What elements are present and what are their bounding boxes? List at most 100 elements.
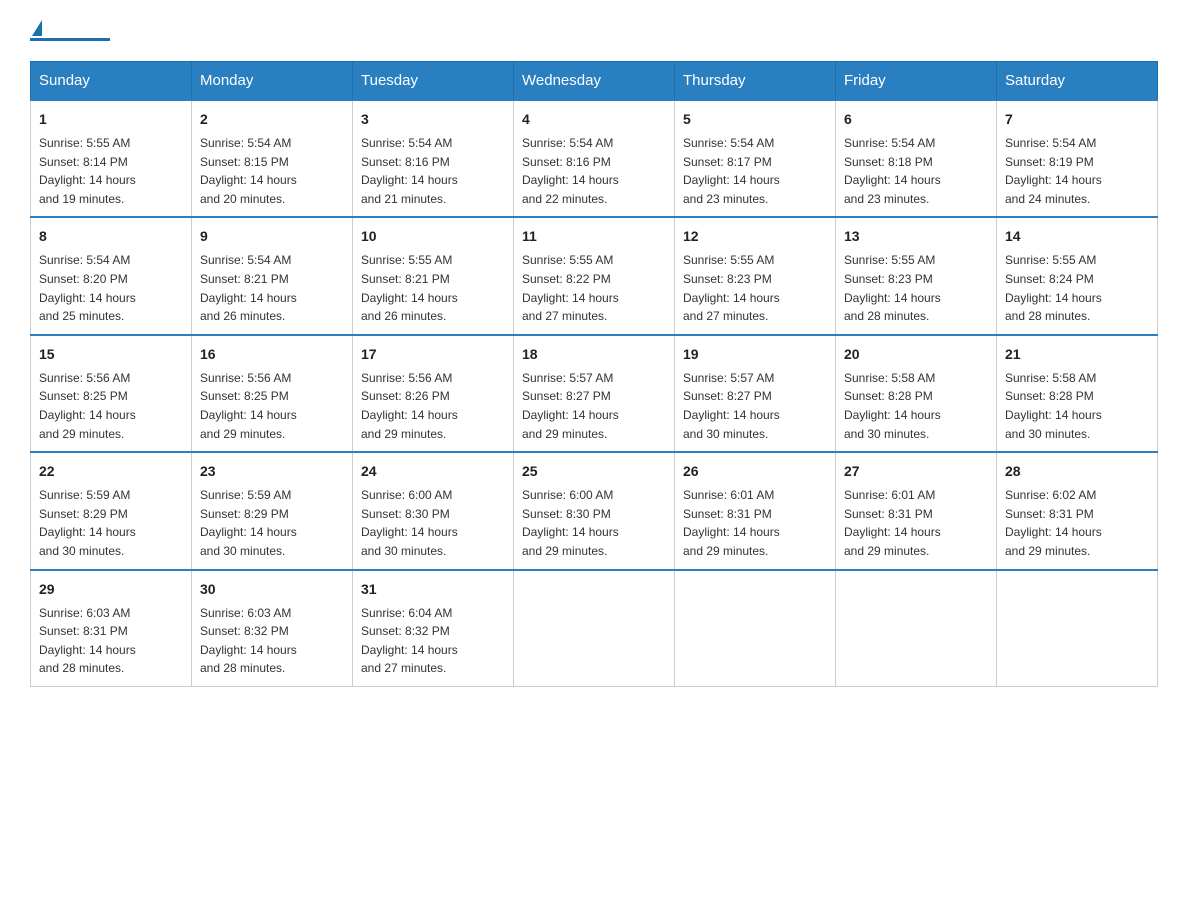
calendar-cell: 31 Sunrise: 6:04 AMSunset: 8:32 PMDayligh… — [353, 570, 514, 687]
calendar-cell — [514, 570, 675, 687]
calendar-cell: 12 Sunrise: 5:55 AMSunset: 8:23 PMDayligh… — [675, 217, 836, 334]
calendar-cell: 15 Sunrise: 5:56 AMSunset: 8:25 PMDayligh… — [31, 335, 192, 452]
column-header-wednesday: Wednesday — [514, 62, 675, 101]
day-number: 23 — [200, 461, 344, 482]
day-number: 5 — [683, 109, 827, 130]
day-info: Sunrise: 5:56 AMSunset: 8:25 PMDaylight:… — [39, 369, 183, 443]
calendar-cell: 7 Sunrise: 5:54 AMSunset: 8:19 PMDaylight… — [997, 100, 1158, 217]
column-header-friday: Friday — [836, 62, 997, 101]
day-number: 25 — [522, 461, 666, 482]
day-info: Sunrise: 5:58 AMSunset: 8:28 PMDaylight:… — [1005, 369, 1149, 443]
day-number: 10 — [361, 226, 505, 247]
day-number: 28 — [1005, 461, 1149, 482]
day-info: Sunrise: 6:03 AMSunset: 8:31 PMDaylight:… — [39, 604, 183, 678]
calendar-cell: 16Sunrise: 5:56 AMSunset: 8:25 PMDayligh… — [192, 335, 353, 452]
day-info: Sunrise: 5:54 AMSunset: 8:17 PMDaylight:… — [683, 134, 827, 208]
day-number: 8 — [39, 226, 183, 247]
calendar-cell: 6Sunrise: 5:54 AMSunset: 8:18 PMDaylight… — [836, 100, 997, 217]
column-header-monday: Monday — [192, 62, 353, 101]
day-number: 27 — [844, 461, 988, 482]
day-number: 15 — [39, 344, 183, 365]
day-info: Sunrise: 5:58 AMSunset: 8:28 PMDaylight:… — [844, 369, 988, 443]
column-header-thursday: Thursday — [675, 62, 836, 101]
day-info: Sunrise: 6:01 AMSunset: 8:31 PMDaylight:… — [844, 486, 988, 560]
day-info: Sunrise: 5:55 AMSunset: 8:23 PMDaylight:… — [844, 251, 988, 325]
day-number: 12 — [683, 226, 827, 247]
day-number: 13 — [844, 226, 988, 247]
day-info: Sunrise: 5:59 AMSunset: 8:29 PMDaylight:… — [39, 486, 183, 560]
logo-triangle-icon — [32, 20, 42, 36]
day-number: 1 — [39, 109, 183, 130]
calendar-cell: 27 Sunrise: 6:01 AMSunset: 8:31 PMDayligh… — [836, 452, 997, 569]
day-info: Sunrise: 5:55 AMSunset: 8:23 PMDaylight:… — [683, 251, 827, 325]
day-number: 7 — [1005, 109, 1149, 130]
day-info: Sunrise: 6:00 AMSunset: 8:30 PMDaylight:… — [361, 486, 505, 560]
calendar-header-row: SundayMondayTuesdayWednesdayThursdayFrid… — [31, 62, 1158, 101]
calendar-cell: 3 Sunrise: 5:54 AMSunset: 8:16 PMDaylight… — [353, 100, 514, 217]
day-info: Sunrise: 5:54 AMSunset: 8:16 PMDaylight:… — [522, 134, 666, 208]
day-info: Sunrise: 5:55 AMSunset: 8:24 PMDaylight:… — [1005, 251, 1149, 325]
column-header-sunday: Sunday — [31, 62, 192, 101]
logo — [30, 20, 110, 41]
calendar-cell: 28 Sunrise: 6:02 AMSunset: 8:31 PMDayligh… — [997, 452, 1158, 569]
day-number: 2 — [200, 109, 344, 130]
day-number: 6 — [844, 109, 988, 130]
calendar-cell: 23 Sunrise: 5:59 AMSunset: 8:29 PMDayligh… — [192, 452, 353, 569]
day-info: Sunrise: 5:55 AMSunset: 8:14 PMDaylight:… — [39, 134, 183, 208]
calendar-cell: 14 Sunrise: 5:55 AMSunset: 8:24 PMDayligh… — [997, 217, 1158, 334]
week-row-3: 15 Sunrise: 5:56 AMSunset: 8:25 PMDayligh… — [31, 335, 1158, 452]
calendar-cell: 24 Sunrise: 6:00 AMSunset: 8:30 PMDayligh… — [353, 452, 514, 569]
calendar-cell: 13 Sunrise: 5:55 AMSunset: 8:23 PMDayligh… — [836, 217, 997, 334]
calendar-cell: 8Sunrise: 5:54 AMSunset: 8:20 PMDaylight… — [31, 217, 192, 334]
calendar-cell: 25 Sunrise: 6:00 AMSunset: 8:30 PMDayligh… — [514, 452, 675, 569]
day-info: Sunrise: 6:02 AMSunset: 8:31 PMDaylight:… — [1005, 486, 1149, 560]
calendar-cell: 9 Sunrise: 5:54 AMSunset: 8:21 PMDaylight… — [192, 217, 353, 334]
day-info: Sunrise: 5:55 AMSunset: 8:21 PMDaylight:… — [361, 251, 505, 325]
day-number: 22 — [39, 461, 183, 482]
day-info: Sunrise: 5:54 AMSunset: 8:21 PMDaylight:… — [200, 251, 344, 325]
calendar-cell: 18 Sunrise: 5:57 AMSunset: 8:27 PMDayligh… — [514, 335, 675, 452]
calendar-cell — [675, 570, 836, 687]
calendar-cell: 20 Sunrise: 5:58 AMSunset: 8:28 PMDayligh… — [836, 335, 997, 452]
day-number: 26 — [683, 461, 827, 482]
calendar-cell — [997, 570, 1158, 687]
day-number: 17 — [361, 344, 505, 365]
calendar-cell: 30Sunrise: 6:03 AMSunset: 8:32 PMDayligh… — [192, 570, 353, 687]
week-row-1: 1 Sunrise: 5:55 AMSunset: 8:14 PMDaylight… — [31, 100, 1158, 217]
day-info: Sunrise: 5:59 AMSunset: 8:29 PMDaylight:… — [200, 486, 344, 560]
day-info: Sunrise: 5:57 AMSunset: 8:27 PMDaylight:… — [683, 369, 827, 443]
calendar-cell — [836, 570, 997, 687]
day-info: Sunrise: 6:04 AMSunset: 8:32 PMDaylight:… — [361, 604, 505, 678]
day-info: Sunrise: 5:54 AMSunset: 8:16 PMDaylight:… — [361, 134, 505, 208]
day-info: Sunrise: 6:00 AMSunset: 8:30 PMDaylight:… — [522, 486, 666, 560]
calendar-cell: 1 Sunrise: 5:55 AMSunset: 8:14 PMDaylight… — [31, 100, 192, 217]
day-number: 3 — [361, 109, 505, 130]
column-header-saturday: Saturday — [997, 62, 1158, 101]
day-number: 29 — [39, 579, 183, 600]
day-number: 14 — [1005, 226, 1149, 247]
calendar-cell: 21Sunrise: 5:58 AMSunset: 8:28 PMDayligh… — [997, 335, 1158, 452]
day-info: Sunrise: 5:54 AMSunset: 8:19 PMDaylight:… — [1005, 134, 1149, 208]
day-number: 11 — [522, 226, 666, 247]
calendar-cell: 11Sunrise: 5:55 AMSunset: 8:22 PMDayligh… — [514, 217, 675, 334]
week-row-5: 29 Sunrise: 6:03 AMSunset: 8:31 PMDayligh… — [31, 570, 1158, 687]
day-number: 20 — [844, 344, 988, 365]
day-number: 9 — [200, 226, 344, 247]
day-info: Sunrise: 6:01 AMSunset: 8:31 PMDaylight:… — [683, 486, 827, 560]
day-info: Sunrise: 5:56 AMSunset: 8:26 PMDaylight:… — [361, 369, 505, 443]
logo-line — [30, 38, 110, 41]
day-number: 18 — [522, 344, 666, 365]
day-number: 4 — [522, 109, 666, 130]
calendar-cell: 29 Sunrise: 6:03 AMSunset: 8:31 PMDayligh… — [31, 570, 192, 687]
week-row-2: 8Sunrise: 5:54 AMSunset: 8:20 PMDaylight… — [31, 217, 1158, 334]
calendar-cell: 26 Sunrise: 6:01 AMSunset: 8:31 PMDayligh… — [675, 452, 836, 569]
day-number: 16 — [200, 344, 344, 365]
day-number: 30 — [200, 579, 344, 600]
calendar-cell: 5 Sunrise: 5:54 AMSunset: 8:17 PMDaylight… — [675, 100, 836, 217]
calendar-cell: 17 Sunrise: 5:56 AMSunset: 8:26 PMDayligh… — [353, 335, 514, 452]
day-number: 19 — [683, 344, 827, 365]
day-number: 24 — [361, 461, 505, 482]
day-number: 31 — [361, 579, 505, 600]
week-row-4: 22 Sunrise: 5:59 AMSunset: 8:29 PMDayligh… — [31, 452, 1158, 569]
day-info: Sunrise: 5:57 AMSunset: 8:27 PMDaylight:… — [522, 369, 666, 443]
